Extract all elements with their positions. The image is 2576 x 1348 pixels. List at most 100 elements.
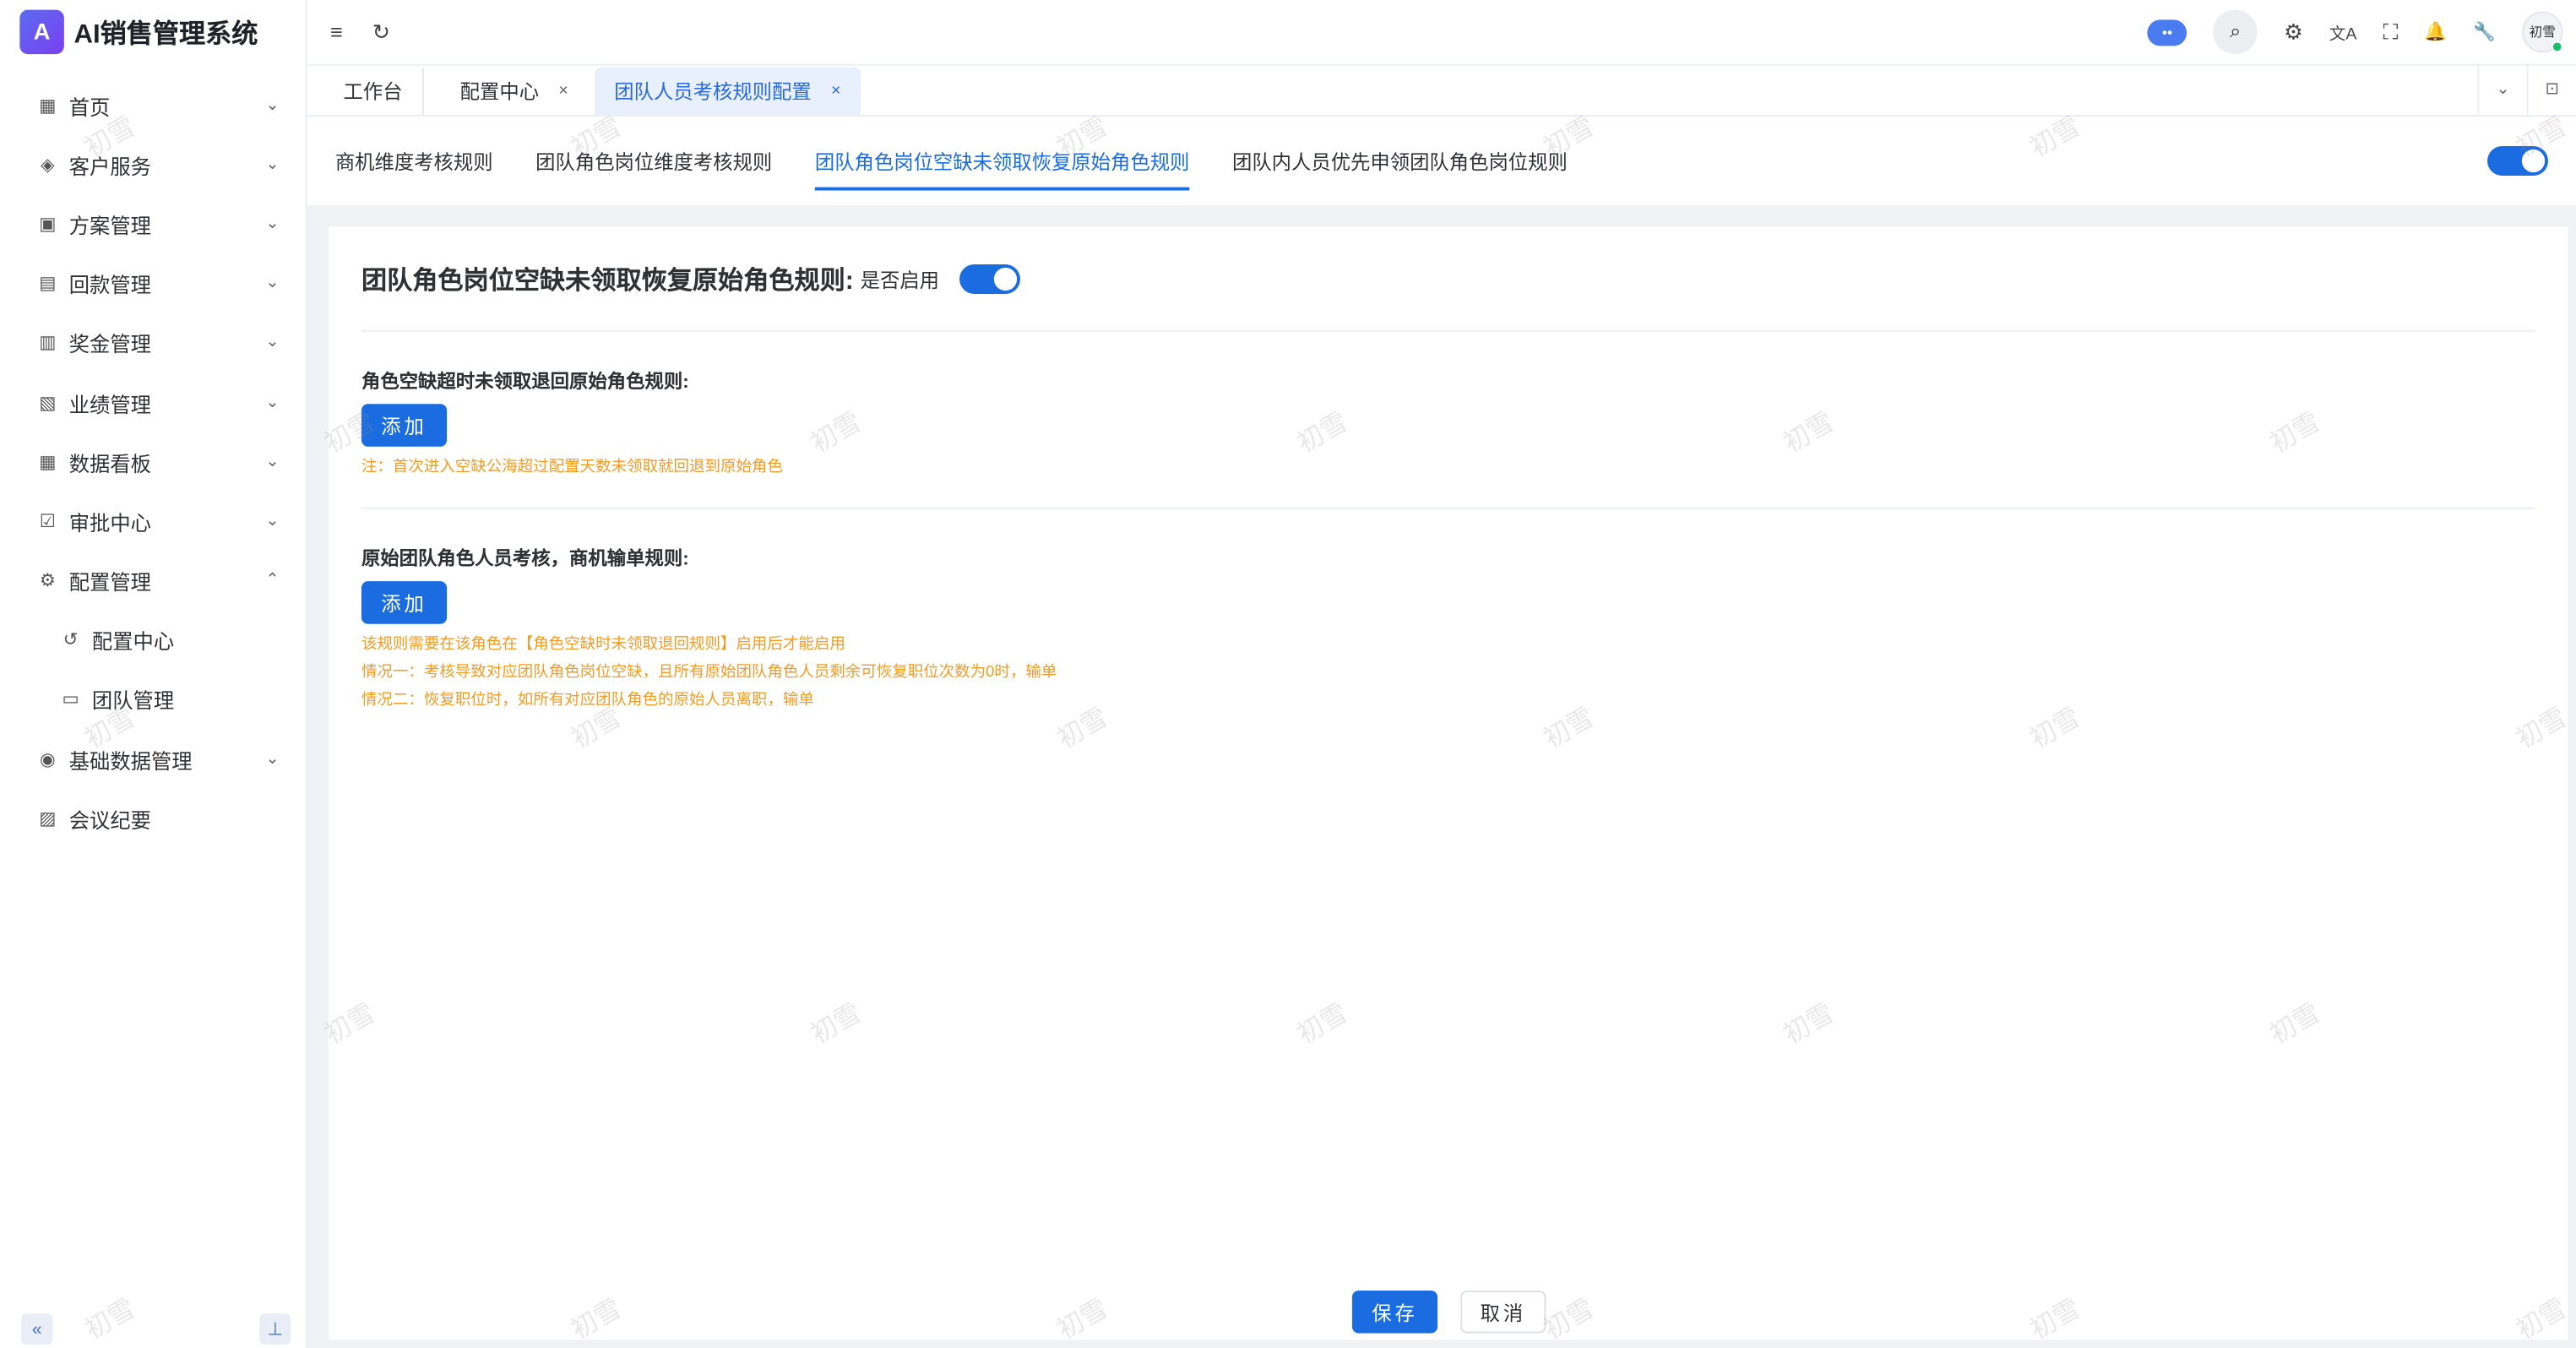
tab-workbench[interactable]: 工作台 bbox=[323, 67, 424, 116]
sidebar-item-config[interactable]: ⚙ 配置管理 ⌃ bbox=[0, 551, 306, 610]
section-lost-order-note: 该规则需要在该角色在【角色空缺时未领取退回规则】启用后才能启用 bbox=[361, 635, 845, 654]
app-logo: A bbox=[19, 8, 64, 54]
settings-icon[interactable]: ⚙ bbox=[2284, 19, 2303, 45]
cancel-button[interactable]: 取消 bbox=[1460, 1290, 1546, 1334]
chart-icon: ▧ bbox=[39, 393, 57, 413]
close-icon[interactable]: × bbox=[831, 82, 840, 100]
customer-icon: ◈ bbox=[41, 155, 55, 176]
rule-subtabs: 商机维度考核规则 团队角色岗位维度考核规则 团队角色岗位空缺未领取恢复原始角色规… bbox=[307, 117, 2576, 205]
sidebar-item-base-data[interactable]: ◉ 基础数据管理 ⌄ bbox=[0, 729, 306, 788]
bell-icon[interactable]: 🔔 bbox=[2424, 21, 2447, 42]
add-lost-order-rule-button[interactable]: 添加 bbox=[361, 581, 448, 624]
sidebar-item-approval[interactable]: ☑ 审批中心 ⌄ bbox=[0, 492, 306, 551]
sidebar-item-label: 配置中心 bbox=[91, 631, 175, 655]
rule-header: 团队角色岗位空缺未领取恢复原始角色规则: 是否启用 bbox=[361, 261, 1020, 297]
subtab-vacancy-restore-rules[interactable]: 团队角色岗位空缺未领取恢复原始角色规则 bbox=[814, 117, 1190, 205]
save-button[interactable]: 保存 bbox=[1351, 1290, 1438, 1334]
sidebar-item-team[interactable]: ▭ 团队管理 bbox=[0, 670, 306, 729]
plan-icon: ▣ bbox=[39, 215, 57, 235]
section-lost-order-title: 原始团队角色人员考核，商机输单规则: bbox=[361, 550, 689, 570]
sidebar-item-label: 首页 bbox=[68, 95, 111, 120]
rule-panel: 团队角色岗位空缺未领取恢复原始角色规则: 是否启用 角色空缺超时未领取退回原始角… bbox=[329, 226, 2568, 1340]
sidebar-item-label: 审批中心 bbox=[68, 512, 151, 535]
app-title: AI销售管理系统 bbox=[73, 21, 258, 50]
sidebar-item-home[interactable]: ▦ 首页 ⌄ bbox=[0, 75, 306, 134]
dashboard-icon: ▦ bbox=[39, 452, 57, 473]
sidebar-item-label: 奖金管理 bbox=[68, 334, 151, 357]
database-icon: ◉ bbox=[40, 749, 56, 770]
refresh-icon[interactable]: ↻ bbox=[372, 19, 390, 45]
sidebar-menu: ▦ 首页 ⌄ ◈ 客户服务 ⌄ ▣ 方案管理 ⌄ ▤ 回款管理 ⌄ ▥ 奖金管理 ⌄ ▧ 业绩管理 ⌄ … bbox=[0, 75, 306, 848]
sidebar-item-performance[interactable]: ▧ 业绩管理 ⌄ bbox=[0, 372, 306, 432]
chevron-down-icon: ⌄ bbox=[265, 452, 280, 471]
avatar[interactable]: 初雪 bbox=[2521, 11, 2563, 53]
enable-toggle[interactable] bbox=[959, 264, 1020, 294]
sidebar-item-label: 配置管理 bbox=[68, 571, 151, 595]
sidebar-item-plan[interactable]: ▣ 方案管理 ⌄ bbox=[0, 194, 306, 253]
subtab-opportunity-rules[interactable]: 商机维度考核规则 bbox=[335, 117, 493, 205]
ai-assistant-icon[interactable]: •• bbox=[2147, 19, 2187, 46]
subtab-role-position-rules[interactable]: 团队角色岗位维度考核规则 bbox=[535, 117, 772, 205]
sidebar: A AI销售管理系统 ▦ 首页 ⌄ ◈ 客户服务 ⌄ ▣ 方案管理 ⌄ ▤ 回款管理 ⌄ ▥ 奖金… bbox=[0, 0, 307, 1348]
sidebar-item-meeting[interactable]: ▨ 会议纪要 bbox=[0, 789, 306, 848]
tab-team-assessment-rules[interactable]: 团队人员考核规则配置 × bbox=[594, 67, 861, 116]
config-center-icon: ↺ bbox=[62, 631, 79, 651]
sidebar-item-bonus[interactable]: ▥ 奖金管理 ⌄ bbox=[0, 313, 306, 372]
wrench-icon[interactable]: 🔧 bbox=[2473, 21, 2496, 42]
section-vacancy-note: 注：首次进入空缺公海超过配置天数未领取就回退到原始角色 bbox=[361, 458, 783, 476]
grid-icon: ▦ bbox=[39, 95, 57, 117]
monitor-icon: ▭ bbox=[62, 690, 79, 710]
sidebar-item-label: 业绩管理 bbox=[68, 393, 151, 416]
enable-label: 是否启用 bbox=[860, 268, 940, 292]
pin-icon[interactable]: ⊥ bbox=[259, 1313, 291, 1345]
section-lost-order-note: 情况一：考核导致对应团队角色岗位空缺，且所有原始团队角色人员剩余可恢复职位次数为… bbox=[361, 663, 1057, 682]
collapse-sidebar-button[interactable]: « bbox=[21, 1313, 53, 1345]
chevron-down-icon: ⌄ bbox=[265, 393, 280, 412]
sidebar-item-customer-service[interactable]: ◈ 客户服务 ⌄ bbox=[0, 135, 306, 194]
search-icon[interactable]: ⌕ bbox=[2213, 9, 2258, 55]
chevron-down-icon: ⌄ bbox=[265, 749, 280, 769]
sidebar-item-label: 基础数据管理 bbox=[68, 749, 193, 773]
chevron-down-icon: ⌄ bbox=[265, 512, 280, 530]
chevron-down-icon: ⌄ bbox=[265, 334, 280, 352]
sidebar-item-config-center[interactable]: ↺ 配置中心 bbox=[0, 611, 306, 670]
fullscreen-icon[interactable]: ⛶ bbox=[2383, 19, 2398, 45]
screen-icon[interactable]: ⊡ bbox=[2526, 63, 2576, 116]
tabs-dropdown-icon[interactable]: ⌄ bbox=[2477, 63, 2526, 116]
tab-config-center[interactable]: 配置中心 × bbox=[440, 68, 588, 115]
chevron-down-icon: ⌄ bbox=[265, 215, 280, 233]
sidebar-item-label: 会议纪要 bbox=[68, 809, 151, 833]
subtab-priority-claim-rules[interactable]: 团队内人员优先申领团队角色岗位规则 bbox=[1232, 117, 1568, 205]
close-icon[interactable]: × bbox=[558, 82, 568, 100]
global-toggle[interactable] bbox=[2487, 146, 2549, 177]
avatar-name: 初雪 bbox=[2529, 24, 2556, 40]
online-status-dot bbox=[2551, 41, 2563, 53]
gear-icon: ⚙ bbox=[39, 571, 57, 592]
form-actions: 保存 取消 bbox=[1351, 1290, 1546, 1334]
sidebar-item-payment[interactable]: ▤ 回款管理 ⌄ bbox=[0, 253, 306, 313]
app-root: A AI销售管理系统 ▦ 首页 ⌄ ◈ 客户服务 ⌄ ▣ 方案管理 ⌄ ▤ 回款管理 ⌄ ▥ 奖金… bbox=[0, 0, 2576, 1348]
page-tabs: 工作台 配置中心 × 团队人员考核规则配置 × ⌄ ⊡ bbox=[307, 63, 2576, 117]
sidebar-item-label: 客户服务 bbox=[68, 155, 151, 179]
add-vacancy-rule-button[interactable]: 添加 bbox=[361, 404, 448, 447]
bonus-icon: ▥ bbox=[39, 334, 57, 354]
chevron-down-icon: ⌄ bbox=[265, 95, 280, 115]
chevron-down-icon: ⌄ bbox=[265, 274, 280, 293]
menu-toggle-icon[interactable]: ≡ bbox=[330, 19, 343, 44]
sidebar-item-dashboard[interactable]: ▦ 数据看板 ⌄ bbox=[0, 432, 306, 492]
sidebar-item-label: 团队管理 bbox=[91, 690, 175, 714]
divider bbox=[361, 507, 2535, 509]
sidebar-item-label: 回款管理 bbox=[68, 274, 151, 298]
sidebar-item-label: 数据看板 bbox=[68, 452, 151, 476]
section-vacancy-timeout-title: 角色空缺超时未领取退回原始角色规则: bbox=[361, 372, 689, 393]
tab-label: 工作台 bbox=[343, 80, 403, 104]
tab-label: 团队人员考核规则配置 bbox=[614, 80, 812, 104]
tab-label: 配置中心 bbox=[459, 80, 540, 104]
translate-icon[interactable]: 文A bbox=[2329, 19, 2356, 44]
divider bbox=[361, 329, 2535, 332]
approval-icon: ☑ bbox=[39, 512, 57, 532]
chevron-up-icon: ⌃ bbox=[265, 571, 280, 590]
topbar: ≡ ↻ •• ⌕ ⚙ 文A ⛶ 🔔 🔧 初雪 bbox=[307, 0, 2576, 66]
chevron-down-icon: ⌄ bbox=[265, 155, 280, 174]
brand: A AI销售管理系统 bbox=[0, 0, 306, 63]
